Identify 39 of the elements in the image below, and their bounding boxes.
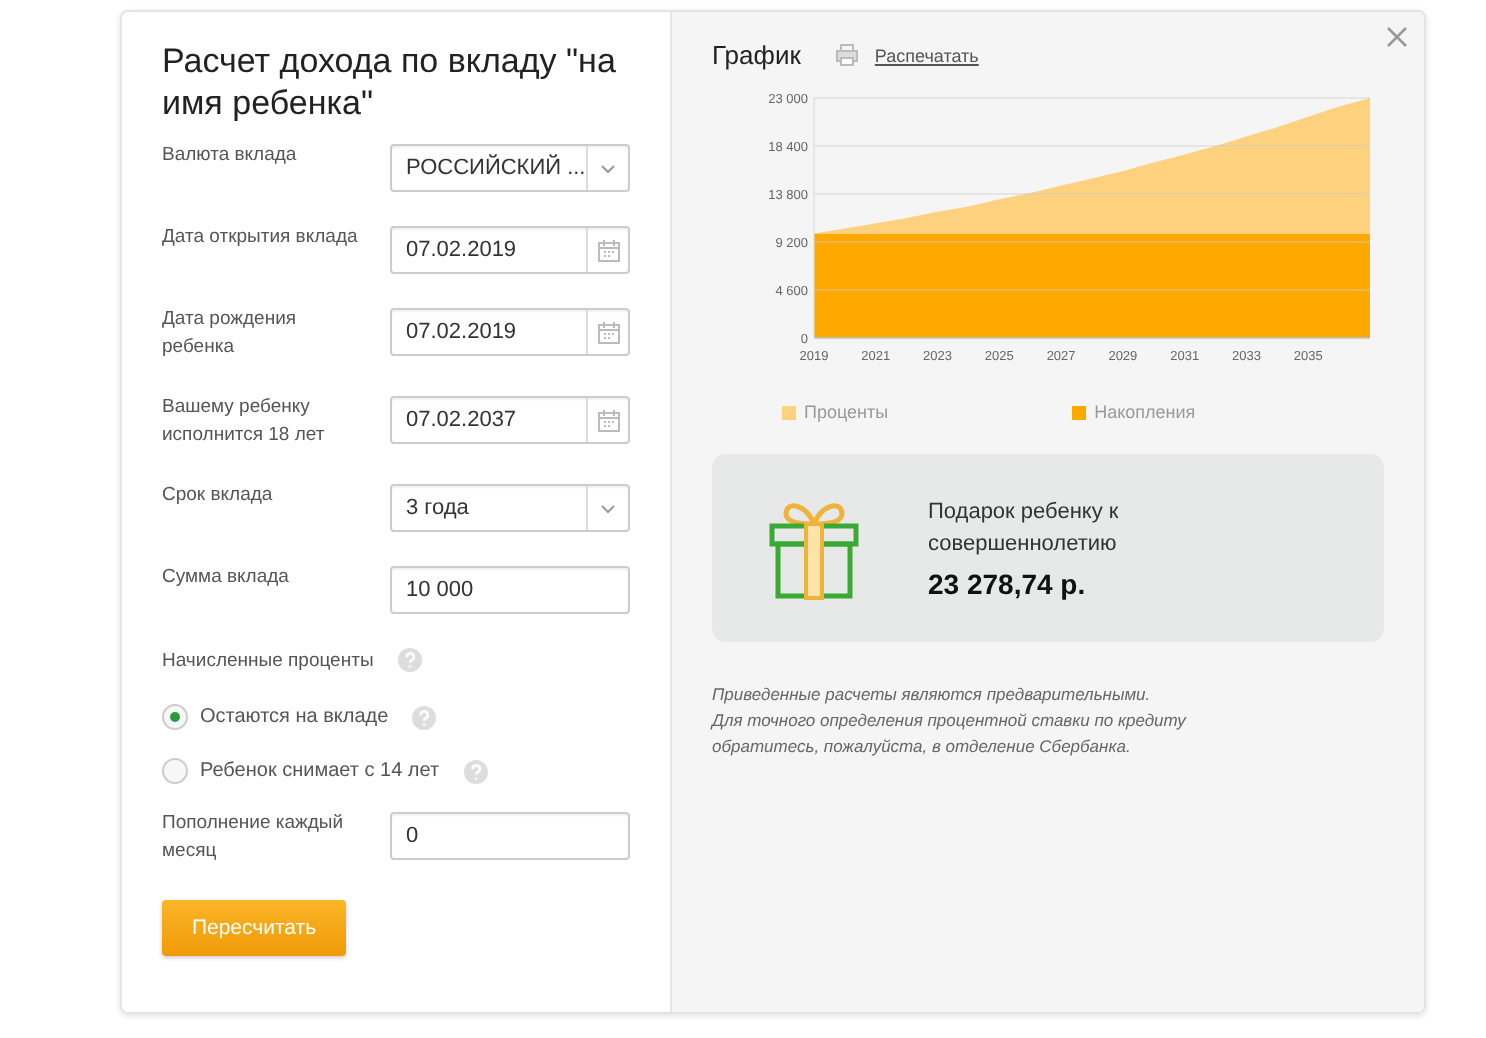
radio-label: Ребенок снимает с 14 лет bbox=[200, 760, 440, 782]
section-label: Начисленные проценты bbox=[162, 649, 374, 671]
date-field[interactable]: 07.02.2037 bbox=[390, 396, 630, 444]
field-label: Сумма вклада bbox=[162, 564, 291, 592]
input-field[interactable]: 0 bbox=[390, 812, 630, 860]
printer-icon bbox=[836, 44, 859, 66]
dropdown[interactable]: 3 года bbox=[390, 484, 630, 532]
dropdown[interactable]: РОССИЙСКИЙ ... bbox=[390, 144, 630, 192]
form-title: Расчет дохода по вкладу "на имя ребенка" bbox=[162, 40, 618, 124]
disclaimer-text: Приведенные расчеты являются предварительными. Для точного определения процентной ставки по кредиту обратитесь, пожалуйста, в отделение Сбербанка. bbox=[712, 682, 1189, 760]
date-field[interactable]: 07.02.2019 bbox=[390, 226, 630, 274]
gift-amount: 23 278,74 р. bbox=[928, 568, 1088, 600]
calendar-icon bbox=[597, 239, 619, 261]
chart-title: График bbox=[712, 40, 801, 70]
chevron-down-icon bbox=[600, 503, 616, 513]
input-field[interactable]: 10 000 bbox=[390, 566, 630, 614]
legend-swatch bbox=[1072, 405, 1087, 419]
legend-label: Накопления bbox=[1094, 402, 1196, 422]
legend-label: Проценты bbox=[804, 402, 889, 422]
radio-button[interactable] bbox=[162, 758, 188, 784]
field-label: Дата рождения ребенка bbox=[162, 306, 299, 362]
field-label: Пополнение каждый месяц bbox=[162, 810, 346, 866]
field-label: Вашему ребенку исполнится 18 лет bbox=[162, 394, 327, 450]
help-icon[interactable] bbox=[463, 759, 488, 783]
radio-label: Остаются на вкладе bbox=[200, 706, 389, 728]
date-field[interactable]: 07.02.2019 bbox=[390, 308, 630, 356]
print-link[interactable]: Распечатать bbox=[874, 45, 979, 65]
field-label: Дата открытия вклада bbox=[162, 224, 360, 252]
field-label: Валюта вклада bbox=[162, 142, 299, 170]
help-icon[interactable] bbox=[412, 705, 437, 729]
help-icon[interactable] bbox=[397, 648, 422, 672]
legend-swatch bbox=[782, 405, 796, 419]
chevron-down-icon bbox=[600, 163, 616, 173]
calendar-icon bbox=[597, 409, 619, 431]
field-label: Срок вклада bbox=[162, 482, 275, 510]
radio-button[interactable] bbox=[162, 704, 188, 730]
close-icon[interactable] bbox=[1386, 26, 1408, 48]
gift-text: Подарок ребенку к совершеннолетию bbox=[928, 498, 1121, 560]
calendar-icon bbox=[597, 321, 619, 343]
